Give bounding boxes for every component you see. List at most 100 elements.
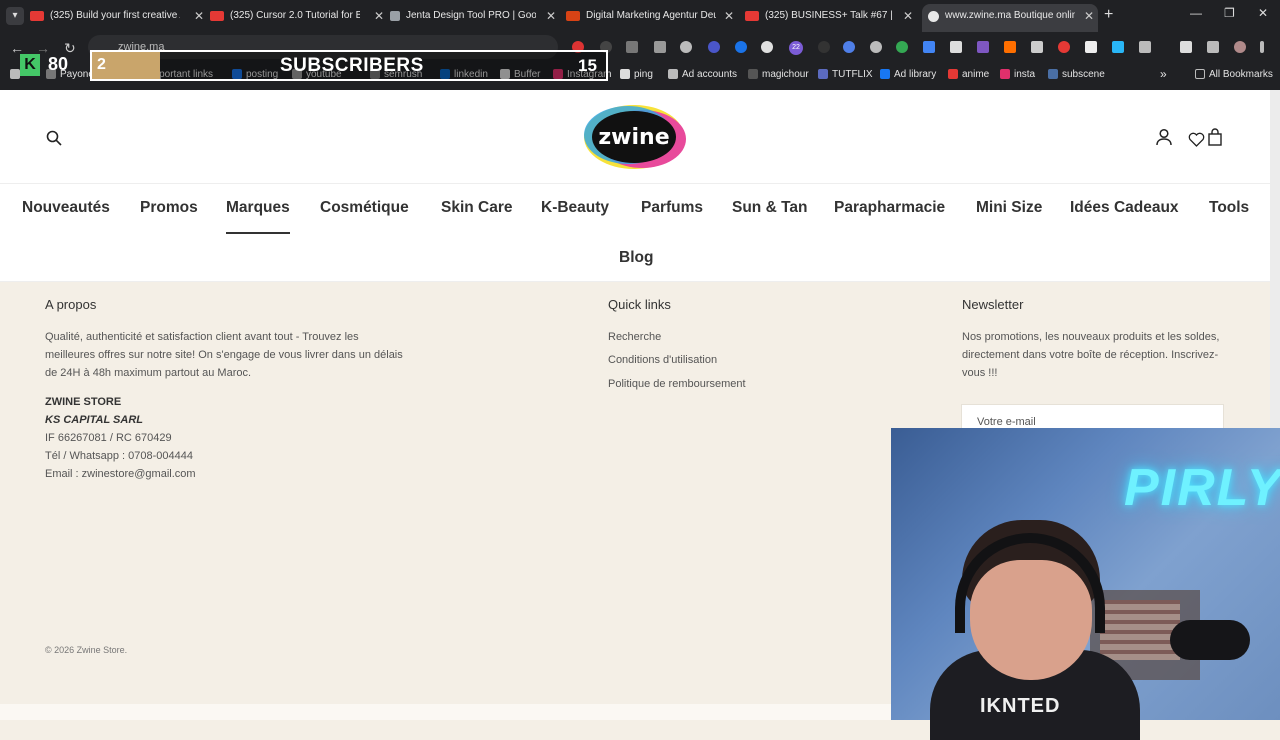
camera-icon[interactable] <box>654 41 666 53</box>
nav-parfums[interactable]: Parfums <box>641 199 703 217</box>
minimize-button[interactable]: — <box>1190 6 1202 20</box>
header-divider <box>0 183 1270 184</box>
company-email: Email : zwinestore@gmail.com <box>45 468 196 480</box>
bookmark-ping[interactable]: ping <box>620 69 653 80</box>
nav-marques[interactable]: Marques <box>226 199 290 217</box>
close-tab-icon[interactable]: ✕ <box>903 4 913 28</box>
footer-about-line: de 24H à 48h maximum partout au Maroc. <box>45 367 252 379</box>
ua-icon <box>566 11 580 21</box>
nav-sun-tan[interactable]: Sun & Tan <box>732 199 808 217</box>
account-icon[interactable] <box>1155 128 1173 146</box>
tab-jenta-design[interactable]: Jenta Design Tool PRO | Google ✕ <box>390 4 560 28</box>
tab-zwine-active[interactable]: www.zwine.ma Boutique online ✕ <box>922 4 1098 32</box>
extension-icon[interactable] <box>950 41 962 53</box>
subscriber-current: 2 <box>97 56 106 73</box>
close-tab-icon[interactable]: ✕ <box>724 4 734 28</box>
tag-icon[interactable] <box>923 41 935 53</box>
tab-search-chevron-icon[interactable]: ▾ <box>6 7 24 25</box>
close-tab-icon[interactable]: ✕ <box>546 4 556 28</box>
bookmark-ad-accounts[interactable]: Ad accounts <box>668 69 737 80</box>
book-stack <box>1100 600 1180 660</box>
extension-icon[interactable] <box>818 41 830 53</box>
downloads-icon[interactable] <box>1180 41 1192 53</box>
pen-icon[interactable] <box>1085 41 1097 53</box>
link-recherche[interactable]: Recherche <box>608 331 661 343</box>
company-name: KS CAPITAL SARL <box>45 414 143 426</box>
subscriber-goal: 15 <box>578 56 597 75</box>
restore-button[interactable]: ❐ <box>1224 6 1235 20</box>
bookmark-insta[interactable]: insta <box>1000 69 1035 80</box>
bookmarks-overflow-button[interactable]: » <box>1160 67 1167 81</box>
puzzle-icon[interactable] <box>1139 41 1151 53</box>
nav-tools[interactable]: Tools <box>1209 199 1249 217</box>
extension-badge-icon[interactable]: 22 <box>789 41 803 55</box>
zwine-logo[interactable]: zwine <box>582 103 686 171</box>
footer-about-line: meilleures offres sur notre site! On s'e… <box>45 349 403 361</box>
close-tab-icon[interactable]: ✕ <box>194 4 204 28</box>
bookmark-subscene[interactable]: subscene <box>1048 69 1105 80</box>
nav-mini-size[interactable]: Mini Size <box>976 199 1042 217</box>
extension-icon[interactable] <box>1058 41 1070 53</box>
globe-icon <box>928 10 939 22</box>
subscriber-label: SUBSCRIBERS <box>280 55 424 76</box>
all-bookmarks-button[interactable]: All Bookmarks <box>1195 69 1273 80</box>
nav-parapharmacie[interactable]: Parapharmacie <box>834 199 945 217</box>
new-tab-button[interactable]: + <box>1104 6 1113 24</box>
bookmark-ad-library[interactable]: Ad library <box>880 69 936 80</box>
tab-youtube-business[interactable]: (325) BUSINESS+ Talk #67 | ملف✕ <box>745 4 917 28</box>
close-tab-icon[interactable]: ✕ <box>374 4 384 28</box>
extension-icon[interactable] <box>870 41 882 53</box>
extension-icon[interactable] <box>896 41 908 53</box>
nav-k-beauty[interactable]: K-Beauty <box>541 199 609 217</box>
extension-icon[interactable] <box>735 41 747 53</box>
nav-idees-cadeaux[interactable]: Idées Cadeaux <box>1070 199 1179 217</box>
logo-text: zwine <box>598 125 669 150</box>
extension-icon[interactable] <box>843 41 855 53</box>
profile-avatar[interactable] <box>1234 41 1246 53</box>
nav-skin-care[interactable]: Skin Care <box>441 199 513 217</box>
footer-about-heading: A propos <box>45 297 97 312</box>
copyright: © 2026 Zwine Store. <box>45 645 128 655</box>
wishlist-heart-icon[interactable] <box>1188 132 1205 147</box>
extension-icon[interactable] <box>626 41 638 53</box>
nav-nouveautes[interactable]: Nouveautés <box>22 199 110 217</box>
nav-active-underline <box>226 232 290 234</box>
menu-kebab-icon[interactable] <box>1260 41 1264 53</box>
nav-promos[interactable]: Promos <box>140 199 198 217</box>
bookmark-magichour[interactable]: magichour <box>748 69 809 80</box>
microphone <box>1170 620 1250 660</box>
footer-newsletter-heading: Newsletter <box>962 297 1024 312</box>
cart-bag-icon[interactable] <box>1207 128 1223 146</box>
extension-icon[interactable] <box>680 41 692 53</box>
newsletter-text: Nos promotions, les nouveaux produits et… <box>962 331 1220 343</box>
tab-digital-marketing[interactable]: Digital Marketing Agentur Deu ✕ <box>566 4 738 28</box>
bookmark-anime[interactable]: anime <box>948 69 989 80</box>
shield-icon[interactable] <box>1031 41 1043 53</box>
company-phone: Tél / Whatsapp : 0708-004444 <box>45 450 193 462</box>
bookmark-tutflix[interactable]: TUTFLIX <box>818 69 873 80</box>
link-remboursement[interactable]: Politique de remboursement <box>608 378 746 390</box>
youtube-icon <box>30 11 44 21</box>
close-tab-icon[interactable]: ✕ <box>1084 4 1094 28</box>
link-conditions[interactable]: Conditions d'utilisation <box>608 354 717 366</box>
store-name: ZWINE STORE <box>45 396 122 408</box>
extension-icon[interactable] <box>761 41 773 53</box>
extension-icon[interactable] <box>1004 41 1016 53</box>
reading-list-icon[interactable] <box>1207 41 1219 53</box>
shirt-text: IKNTED <box>980 695 1061 717</box>
extension-icon[interactable] <box>977 41 989 53</box>
download-ext-icon[interactable] <box>1112 41 1124 53</box>
nav-blog[interactable]: Blog <box>619 249 653 267</box>
nav-cosmetique[interactable]: Cosmétique <box>320 199 409 217</box>
close-window-button[interactable]: ✕ <box>1258 6 1268 20</box>
newsletter-text: vous !!! <box>962 367 998 379</box>
newsletter-text: directement dans votre boîte de réceptio… <box>962 349 1219 361</box>
tab-youtube-cursor[interactable]: (325) Cursor 2.0 Tutorial for Beg ✕ <box>210 4 388 28</box>
search-icon[interactable] <box>46 130 62 146</box>
company-ids: IF 66267081 / RC 670429 <box>45 432 172 444</box>
footer-bottom-strip <box>0 704 891 720</box>
tab-youtube-creative[interactable]: (325) Build your first creative A ✕ <box>30 4 208 28</box>
extension-icon[interactable] <box>708 41 720 53</box>
youtube-icon <box>210 11 224 21</box>
neon-sign: PIRLY <box>1124 459 1280 517</box>
